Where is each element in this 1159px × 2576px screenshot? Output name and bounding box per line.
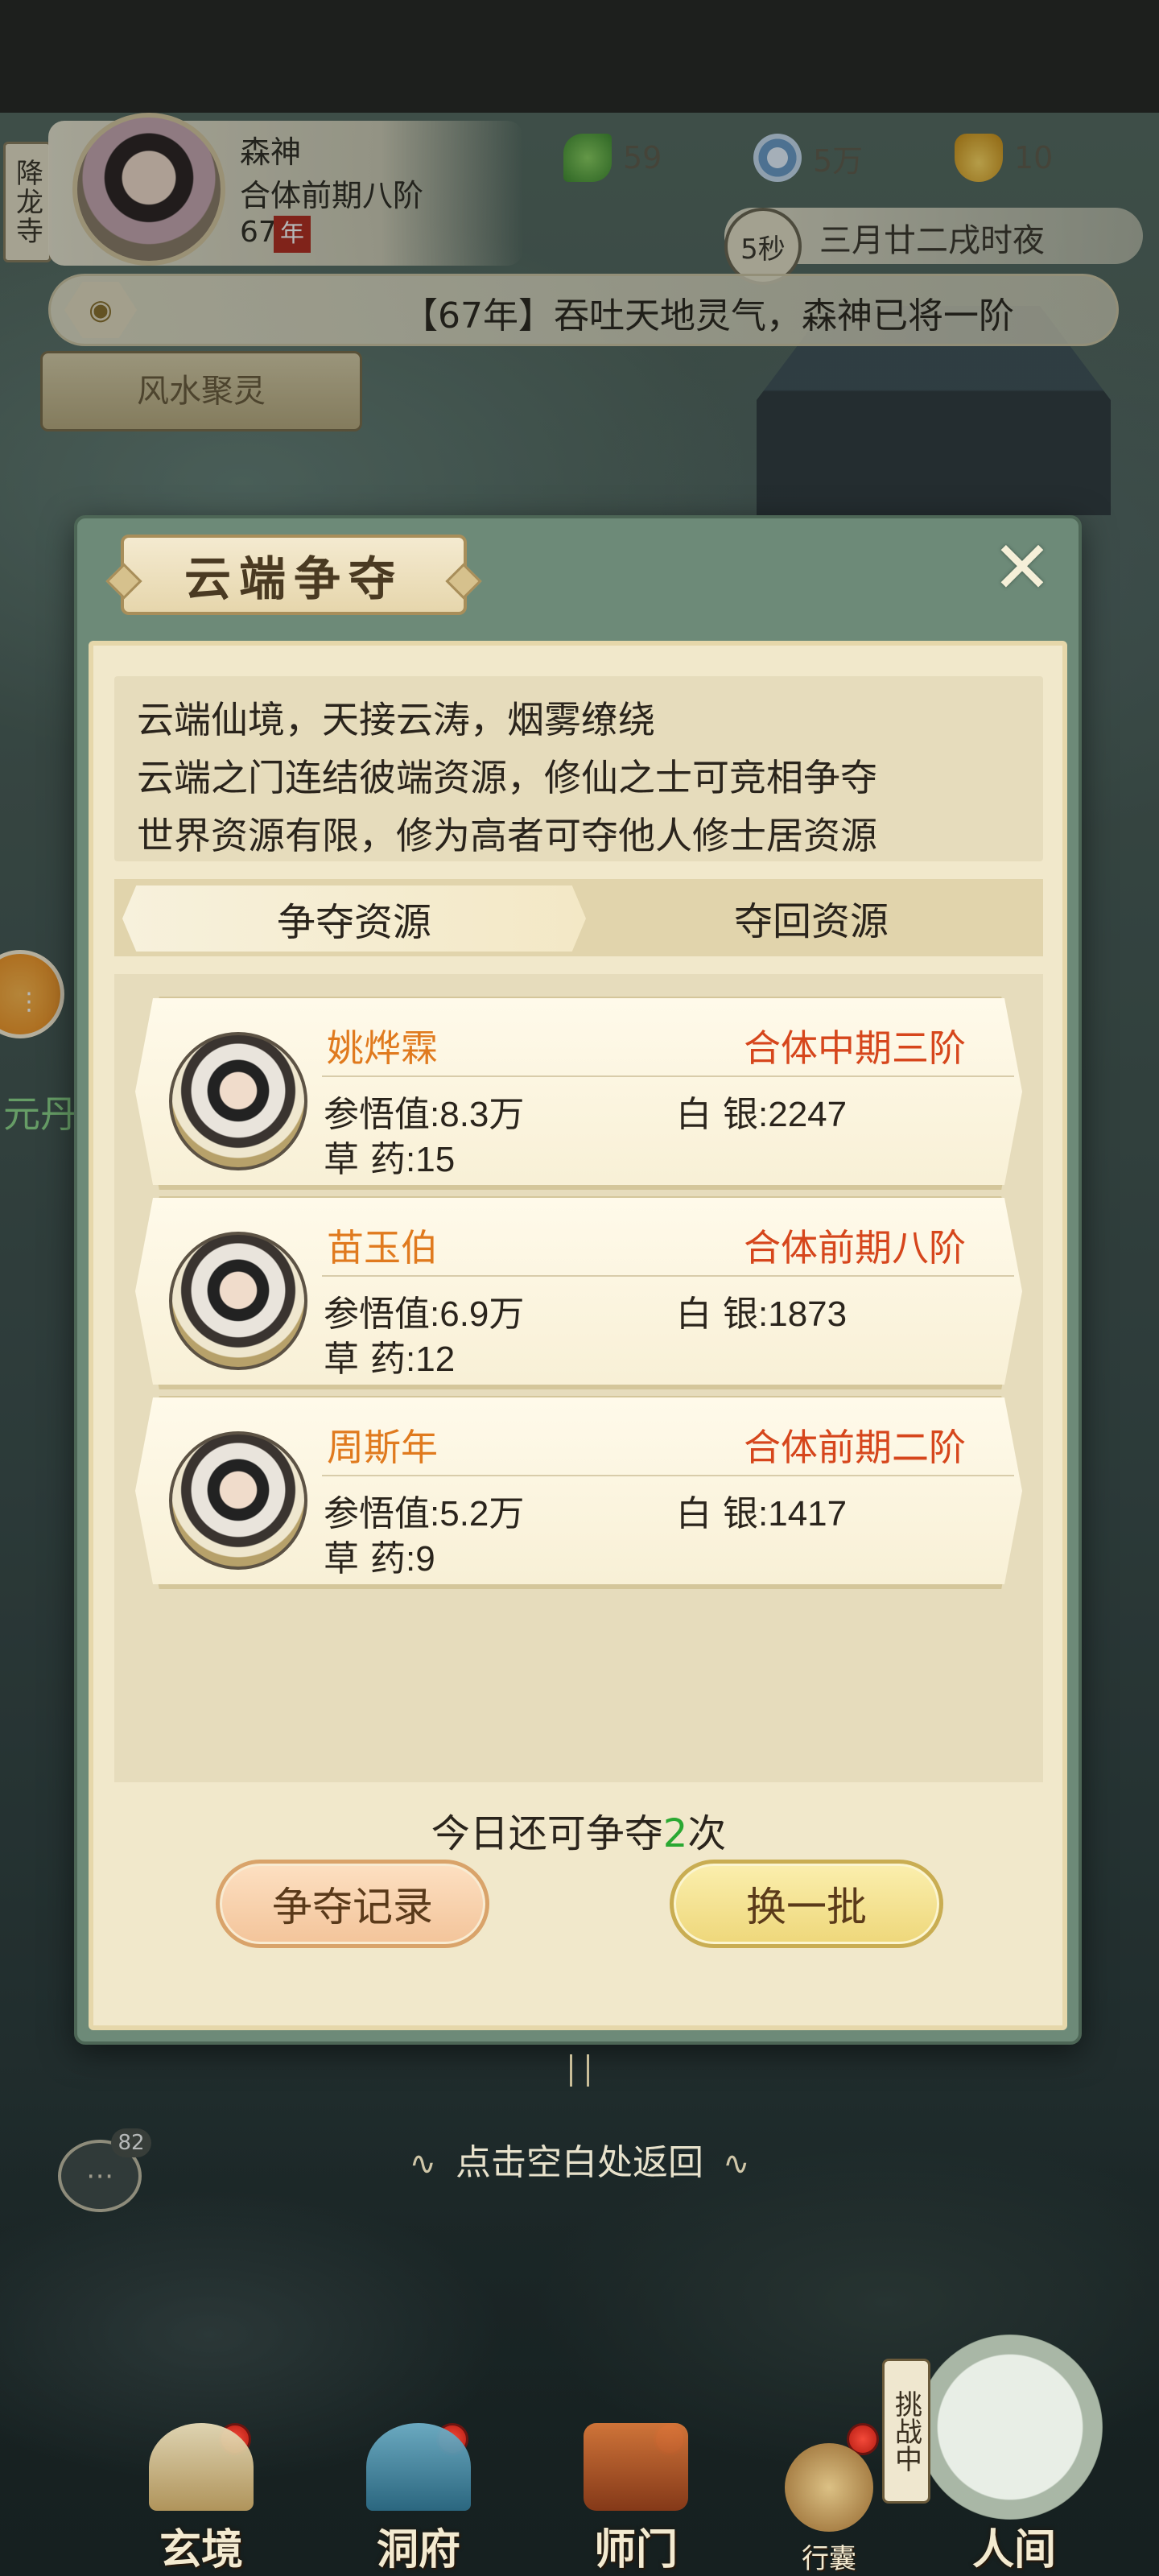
description-line: 云端之门连结彼端资源，修仙之士可竞相争夺	[137, 756, 877, 799]
herb-stat: 草 药:9	[324, 1530, 435, 1581]
description-line: 云端仙境，天接云涛，烟雾缭绕	[137, 698, 655, 741]
banner-icon	[584, 2423, 688, 2511]
opponent-name: 周斯年	[327, 1426, 438, 1469]
insight-stat: 参悟值:5.2万	[324, 1484, 524, 1536]
silver-value: :1873	[758, 1294, 848, 1334]
divider	[322, 1275, 1014, 1277]
nav-label: 师门	[593, 2525, 678, 2574]
herb-value: :9	[406, 1539, 435, 1579]
silver-label: 白 银	[676, 1094, 758, 1135]
scroll-icon	[149, 2423, 254, 2511]
herb-stat: 草 药:15	[324, 1130, 455, 1182]
left-ornament-icon: ∿	[409, 2145, 436, 2182]
right-ornament-icon: ∿	[723, 2145, 750, 2182]
divider	[322, 1475, 1014, 1476]
insight-stat: 参悟值:6.9万	[324, 1285, 524, 1336]
challenge-tag[interactable]: 挑战中	[882, 2359, 930, 2504]
lantern-icon	[366, 2423, 471, 2511]
nav-label: 洞府	[376, 2525, 460, 2574]
opponent-rank: 合体前期八阶	[744, 1226, 966, 1269]
herb-value: :15	[406, 1140, 456, 1179]
nav-label: 玄境	[159, 2525, 243, 2574]
bag-icon	[785, 2443, 873, 2532]
remaining-prefix: 今日还可争夺	[431, 1811, 663, 1856]
remaining-attempts: 今日还可争夺2次	[114, 1802, 1043, 1858]
modal-pin	[570, 2054, 589, 2087]
refresh-batch-button[interactable]: 换一批	[670, 1860, 943, 1948]
opponent-rank: 合体前期二阶	[744, 1426, 966, 1469]
opponent-avatar	[169, 1232, 307, 1370]
close-icon[interactable]: ✕	[988, 532, 1056, 605]
opponent-name: 姚烨霖	[327, 1026, 438, 1070]
insight-label: 参悟值	[324, 1294, 430, 1335]
nav-label: 行囊	[802, 2543, 856, 2575]
modal-title-plaque: 云端争夺	[121, 535, 467, 615]
insight-value: :8.3万	[430, 1095, 525, 1134]
opponent-name: 苗玉伯	[327, 1226, 438, 1269]
silver-value: :2247	[758, 1095, 848, 1134]
herb-label: 草 药	[324, 1538, 406, 1579]
description-line: 世界资源有限，修为高者可夺他人修士居资源	[137, 814, 877, 857]
nav-label: 人间	[971, 2525, 1056, 2574]
silver-value: :1417	[758, 1494, 848, 1534]
silver-label: 白 银	[676, 1294, 758, 1335]
seize-record-button[interactable]: 争夺记录	[216, 1860, 489, 1948]
opponent-avatar	[169, 1032, 307, 1170]
opponent-avatar	[169, 1431, 307, 1570]
insight-label: 参悟值	[324, 1493, 430, 1534]
divider	[322, 1075, 1014, 1077]
insight-stat: 参悟值:8.3万	[324, 1085, 524, 1137]
herb-stat: 草 药:12	[324, 1330, 455, 1381]
modal-title: 云端争夺	[184, 551, 403, 606]
nav-renjian[interactable]: 人间	[934, 2423, 1095, 2576]
remaining-suffix: 次	[687, 1811, 727, 1856]
nav-dongfu[interactable]: 洞府	[338, 2423, 499, 2576]
insight-label: 参悟值	[324, 1094, 430, 1135]
remaining-count: 2	[662, 1811, 688, 1856]
silver-stat: 白 银:1873	[676, 1285, 847, 1336]
tap-to-return-hint: ∿ 点击空白处返回 ∿	[0, 2133, 1159, 2185]
insight-value: :5.2万	[430, 1494, 525, 1534]
description-box: 云端仙境，天接云涛，烟雾缭绕 云端之门连结彼端资源，修仙之士可竞相争夺 世界资源…	[114, 676, 1043, 861]
insight-value: :6.9万	[430, 1294, 525, 1334]
tab-reclaim-resources[interactable]: 夺回资源	[580, 879, 1043, 956]
opponent-rank: 合体中期三阶	[744, 1026, 966, 1070]
herb-label: 草 药	[324, 1139, 406, 1180]
herb-value: :12	[406, 1340, 456, 1379]
silver-stat: 白 银:1417	[676, 1484, 847, 1536]
herb-label: 草 药	[324, 1339, 406, 1380]
tab-seize-resources[interactable]: 争夺资源	[122, 886, 586, 952]
hint-text: 点击空白处返回	[456, 2142, 703, 2183]
nav-shimen[interactable]: 师门	[555, 2423, 716, 2576]
silver-stat: 白 银:2247	[676, 1085, 847, 1137]
silver-label: 白 银	[676, 1493, 758, 1534]
nav-xuanjing[interactable]: 玄境	[121, 2423, 282, 2576]
